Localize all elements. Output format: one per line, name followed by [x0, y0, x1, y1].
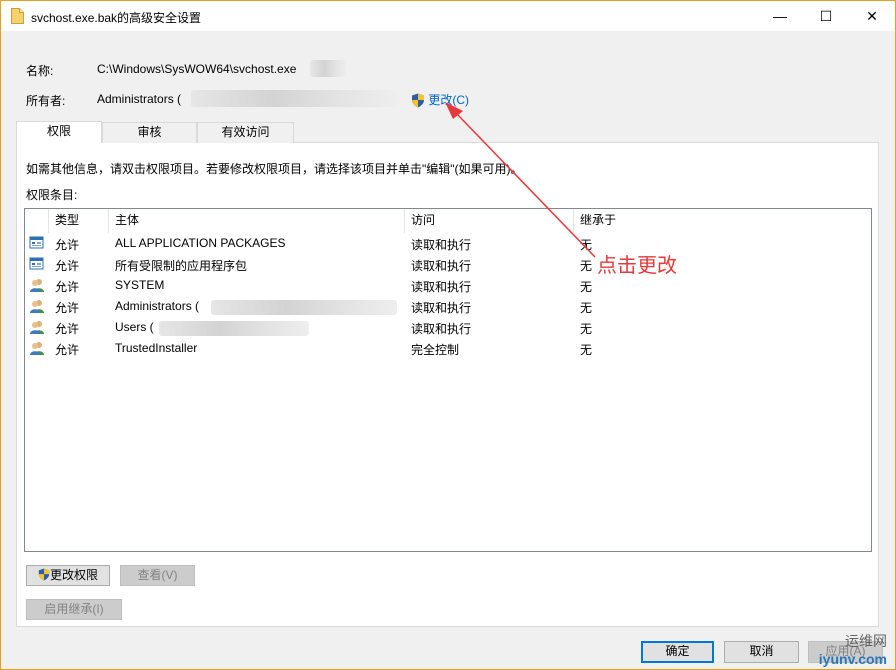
- annotation-arrow: [445, 102, 596, 258]
- tab-permissions[interactable]: 权限: [16, 121, 102, 143]
- annotation-text: 点击更改: [597, 255, 677, 277]
- site-watermark: 运维网 iyunv.com: [819, 631, 887, 667]
- watermark-line1: 运维网: [845, 633, 887, 649]
- advanced-security-settings-window: svchost.exe.bak的高级安全设置 — ☐ ✕ 名称: C:\Wind…: [0, 0, 896, 670]
- watermark-line2: iyunv.com: [818, 651, 887, 667]
